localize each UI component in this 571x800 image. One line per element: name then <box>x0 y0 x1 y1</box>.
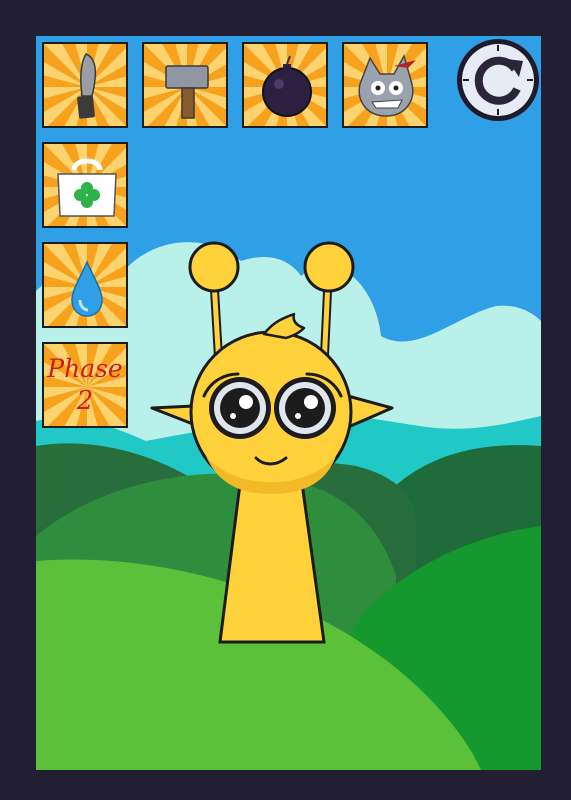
phase-label-line1: Phase <box>47 354 123 383</box>
gray-monster-icon <box>344 44 426 126</box>
bomb-button[interactable] <box>242 42 328 128</box>
phase-label-line2: 2 <box>76 386 94 416</box>
knife-button[interactable] <box>42 42 128 128</box>
medkit-icon <box>44 144 126 226</box>
water-drop-icon <box>44 244 126 326</box>
monster-button[interactable] <box>342 42 428 128</box>
phase-2-button[interactable]: Phase 2 <box>42 342 128 428</box>
hammer-button[interactable] <box>142 42 228 128</box>
antenna-ball-right <box>303 241 355 293</box>
water-button[interactable] <box>42 242 128 328</box>
reset-button[interactable] <box>455 37 541 123</box>
reset-arrow-icon <box>457 39 539 121</box>
medkit-button[interactable] <box>42 142 128 228</box>
hammer-icon <box>144 44 226 126</box>
bomb-icon <box>244 44 326 126</box>
knife-icon <box>44 44 126 126</box>
antenna-ball-left <box>188 241 240 293</box>
